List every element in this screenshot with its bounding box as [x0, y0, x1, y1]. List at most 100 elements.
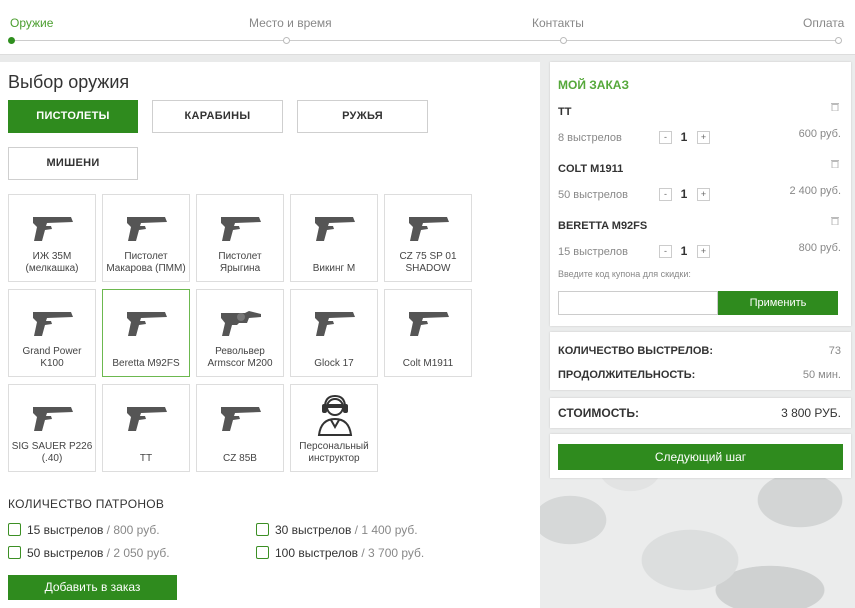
ammo-option-15[interactable]: 15 выстрелов / 800 руб. [8, 523, 160, 537]
pistol-icon [33, 407, 73, 431]
order-item-name: COLT M1911 [558, 163, 624, 175]
weapon-card[interactable]: Пистолет Ярыгина [196, 194, 284, 282]
order-item-shots: 15 выстрелов [558, 246, 628, 258]
weapon-label: ИЖ 35М (мелкашка) [25, 251, 79, 274]
ammo-shots: 50 выстрелов [27, 546, 104, 560]
checkbox[interactable] [8, 546, 21, 559]
steps-line [10, 40, 841, 41]
step-contacts-dot [560, 37, 567, 44]
shots-count-value: 73 [828, 345, 841, 357]
checkbox[interactable] [256, 546, 269, 559]
add-to-order-button[interactable]: Добавить в заказ [8, 575, 177, 600]
weapon-label: Револьвер Armscor M200 [207, 346, 273, 369]
minus-button[interactable]: - [659, 245, 672, 258]
minus-button[interactable]: - [659, 131, 672, 144]
pistol-icon [315, 312, 355, 336]
order-summary: КОЛИЧЕСТВО ВЫСТРЕЛОВ: 73 ПРОДОЛЖИТЕЛЬНОС… [550, 332, 851, 390]
order-item-price: 600 руб. [798, 128, 841, 140]
order-item-shots: 8 выстрелов [558, 132, 622, 144]
step-payment[interactable]: Оплата [803, 16, 844, 30]
weapon-label: Персональный инструктор [299, 441, 369, 464]
ammo-separator: / [358, 546, 369, 560]
shots-count-label: КОЛИЧЕСТВО ВЫСТРЕЛОВ: [558, 345, 714, 357]
plus-button[interactable]: + [697, 188, 710, 201]
ammo-option-30[interactable]: 30 выстрелов / 1 400 руб. [256, 523, 418, 537]
ammo-option-100[interactable]: 100 выстрелов / 3 700 руб. [256, 546, 424, 560]
step-place-time-dot [283, 37, 290, 44]
weapon-label: SIG SAUER P226 (.40) [11, 441, 93, 464]
weapon-label: Викинг М [312, 263, 356, 274]
cost-label: СТОИМОСТЬ: [558, 406, 640, 420]
pistol-icon [315, 217, 355, 241]
order-panel: МОЙ ЗАКАЗ ТТ 8 выстрелов - 1 + 600 руб. … [550, 62, 851, 326]
ammo-option-50[interactable]: 50 выстрелов / 2 050 руб. [8, 546, 170, 560]
category-pistols-button[interactable]: ПИСТОЛЕТЫ [8, 100, 138, 133]
quantity-value: 1 [680, 130, 688, 144]
weapon-label: Glock 17 [314, 358, 354, 369]
weapon-label: Пистолет Макарова (ПММ) [106, 251, 186, 274]
step-contacts[interactable]: Контакты [532, 16, 584, 30]
step-weapon[interactable]: Оружие [10, 16, 53, 30]
weapon-card[interactable]: ТТ [102, 384, 190, 472]
pistol-icon [409, 312, 449, 336]
weapon-card[interactable]: SIG SAUER P226 (.40) [8, 384, 96, 472]
checkout-steps: Оружие Место и время Контакты Оплата [0, 0, 855, 55]
order-item-name: ТТ [558, 106, 572, 118]
weapon-section-title: Выбор оружия [8, 72, 130, 92]
duration-value: 50 мин. [802, 369, 841, 381]
ammo-title: КОЛИЧЕСТВО ПАТРОНОВ [8, 497, 165, 511]
category-targets-button[interactable]: МИШЕНИ [8, 147, 138, 180]
step-weapon-dot [8, 37, 15, 44]
ammo-shots: 100 выстрелов [275, 546, 358, 560]
trash-icon[interactable] [831, 159, 839, 168]
weapon-card[interactable]: CZ 85B [196, 384, 284, 472]
weapon-card[interactable]: Grand Power K100 [8, 289, 96, 377]
pistol-icon [221, 407, 261, 431]
ammo-price: 2 050 руб. [113, 546, 170, 560]
weapon-card[interactable]: Викинг М [290, 194, 378, 282]
ammo-separator: / [103, 546, 114, 560]
checkbox[interactable] [256, 523, 269, 536]
order-title: МОЙ ЗАКАЗ [558, 78, 629, 92]
pistol-icon [127, 407, 167, 431]
order-item-price: 800 руб. [798, 242, 841, 254]
weapon-card[interactable]: Colt M1911 [384, 289, 472, 377]
revolver-icon [221, 311, 261, 336]
weapon-label: Grand Power K100 [22, 346, 82, 369]
weapon-card[interactable]: Glock 17 [290, 289, 378, 377]
weapon-card[interactable]: Beretta M92FS [102, 289, 190, 377]
minus-button[interactable]: - [659, 188, 672, 201]
ammo-separator: / [103, 523, 114, 537]
ammo-price: 3 700 руб. [368, 546, 425, 560]
coupon-hint: Введите код купона для скидки: [558, 269, 691, 279]
category-shotguns-button[interactable]: РУЖЬЯ [297, 100, 428, 133]
weapon-card[interactable]: Револьвер Armscor M200 [196, 289, 284, 377]
weapon-label: CZ 75 SP 01 SHADOW [399, 251, 457, 274]
cost-box: СТОИМОСТЬ: 3 800 РУБ. [550, 398, 851, 428]
weapon-label: ТТ [139, 453, 153, 464]
ammo-price: 1 400 руб. [361, 523, 418, 537]
weapon-card[interactable]: ИЖ 35М (мелкашка) [8, 194, 96, 282]
weapon-card[interactable]: CZ 75 SP 01 SHADOW [384, 194, 472, 282]
trash-icon[interactable] [831, 216, 839, 225]
pistol-icon [127, 217, 167, 241]
category-carbines-button[interactable]: КАРАБИНЫ [152, 100, 283, 133]
weapon-card[interactable]: Пистолет Макарова (ПММ) [102, 194, 190, 282]
plus-button[interactable]: + [697, 131, 710, 144]
cost-value: 3 800 РУБ. [781, 406, 841, 420]
next-step-button[interactable]: Следующий шаг [558, 444, 843, 470]
weapon-label: CZ 85B [223, 453, 257, 464]
pistol-icon [221, 217, 261, 241]
order-item-shots: 50 выстрелов [558, 189, 628, 201]
trash-icon[interactable] [831, 102, 839, 111]
order-item-name: BERETTA M92FS [558, 220, 648, 232]
apply-coupon-button[interactable]: Применить [718, 291, 838, 315]
step-place-time[interactable]: Место и время [249, 16, 332, 30]
next-step-box: Следующий шаг [550, 434, 851, 478]
checkbox[interactable] [8, 523, 21, 536]
step-payment-dot [835, 37, 842, 44]
weapon-card[interactable]: Персональный инструктор [290, 384, 378, 472]
plus-button[interactable]: + [697, 245, 710, 258]
pistol-icon [409, 217, 449, 241]
coupon-input[interactable] [558, 291, 718, 315]
